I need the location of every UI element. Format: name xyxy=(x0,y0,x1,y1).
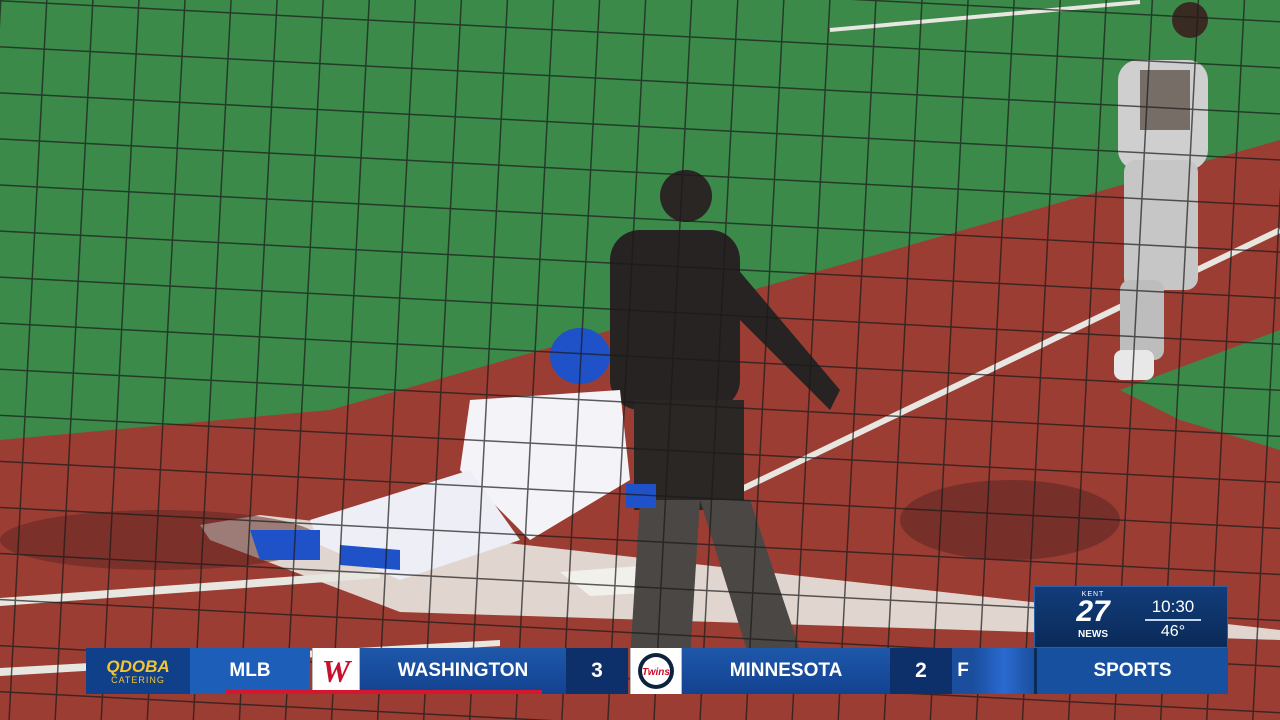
home-team-name: MINNESOTA xyxy=(682,648,890,694)
logo-bottom-text: NEWS xyxy=(1078,629,1108,640)
svg-text:W: W xyxy=(322,653,353,689)
temperature: 46° xyxy=(1160,623,1186,640)
kent27-news-logo: KENT 27 NEWS xyxy=(1071,591,1115,643)
clock-time: 10:30 xyxy=(1151,597,1195,616)
team-color-stripe xyxy=(226,690,542,694)
away-team-name: WASHINGTON xyxy=(360,648,566,694)
station-bug: KENT 27 NEWS 10:30 46° xyxy=(1034,586,1228,648)
logo-number: 27 xyxy=(1076,595,1110,628)
ticker-filler xyxy=(974,648,1034,694)
twins-logo-icon: Twins xyxy=(630,648,682,694)
away-team-score: 3 xyxy=(566,648,628,694)
league-label: MLB xyxy=(190,648,310,694)
sponsor-panel: QDOBA CATERING xyxy=(86,648,190,694)
section-label: SPORTS xyxy=(1034,648,1228,694)
svg-text:Twins: Twins xyxy=(642,667,670,678)
bug-divider xyxy=(1145,619,1201,621)
score-ticker: QDOBA CATERING MLB W WASHINGTON 3 Twins … xyxy=(86,648,1228,694)
home-team-score: 2 xyxy=(890,648,952,694)
sponsor-name: QDOBA xyxy=(106,656,170,676)
nationals-w-icon: W xyxy=(312,648,360,694)
sponsor-sub: CATERING xyxy=(111,674,165,685)
game-status: F xyxy=(952,648,974,694)
